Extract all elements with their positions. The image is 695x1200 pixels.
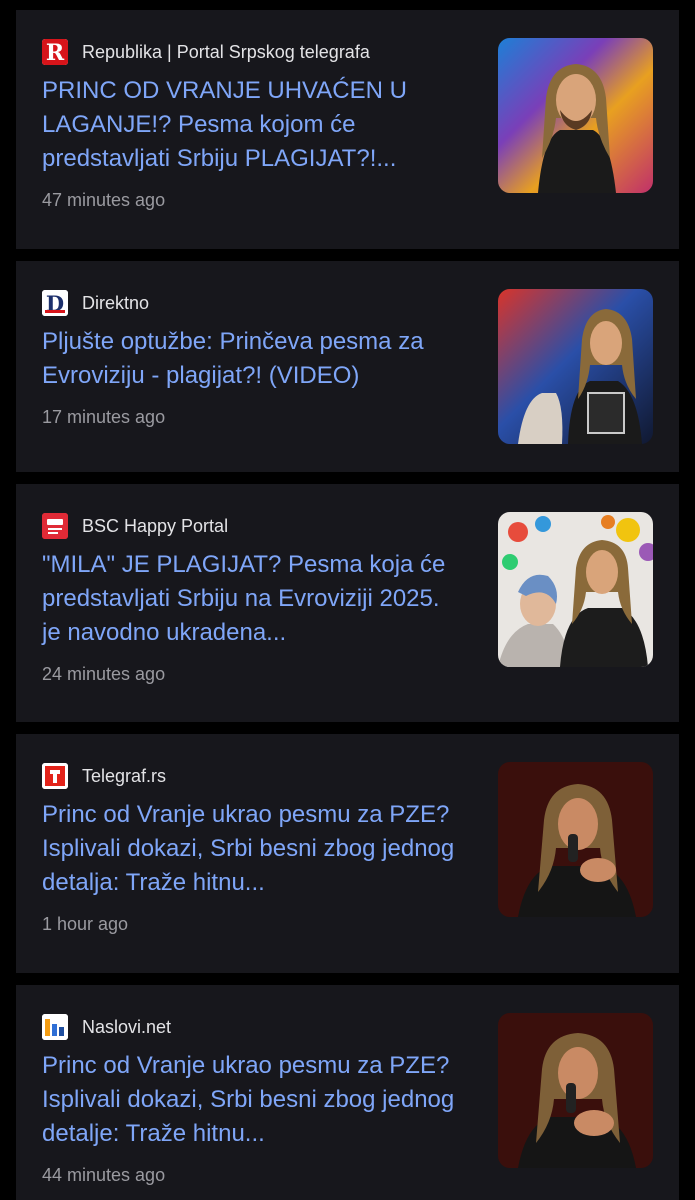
headline-link[interactable]: Pljušte optužbe: Prinčeva pesma za Evrov… xyxy=(42,325,462,393)
source-name: Direktno xyxy=(82,292,150,313)
news-card[interactable]: Telegraf.rs Princ od Vranje ukrao pesmu … xyxy=(16,734,679,973)
naslovi-logo-icon xyxy=(42,1014,68,1040)
headline-link[interactable]: PRINC OD VRANJE UHVAĆEN U LAGANJE!? Pesm… xyxy=(42,74,462,176)
article-thumbnail[interactable] xyxy=(498,1013,653,1168)
source-name: Naslovi.net xyxy=(82,1016,172,1037)
news-card[interactable]: Naslovi.net Princ od Vranje ukrao pesmu … xyxy=(16,985,679,1200)
article-thumbnail[interactable] xyxy=(498,762,653,917)
timestamp: 24 minutes ago xyxy=(42,664,166,684)
news-card[interactable]: R Republika | Portal Srpskog telegrafa P… xyxy=(16,10,679,249)
headline-link[interactable]: Princ od Vranje ukrao pesmu za PZE? Ispl… xyxy=(42,798,462,900)
source-name: BSC Happy Portal xyxy=(82,515,229,536)
direktno-d-logo-icon: D xyxy=(42,290,68,316)
news-card[interactable]: D Direktno Pljušte optužbe: Prinčeva pes… xyxy=(16,261,679,472)
telegraf-logo-icon xyxy=(42,763,68,789)
news-card[interactable]: BSC Happy Portal "MILA" JE PLAGIJAT? Pes… xyxy=(16,484,679,722)
republika-r-logo-icon: R xyxy=(42,39,68,65)
source-name: Republika | Portal Srpskog telegrafa xyxy=(82,41,370,62)
svg-text:R: R xyxy=(46,40,65,65)
timestamp: 1 hour ago xyxy=(42,914,129,934)
article-thumbnail[interactable] xyxy=(498,289,653,444)
article-thumbnail[interactable] xyxy=(498,512,653,667)
news-feed: R Republika | Portal Srpskog telegrafa P… xyxy=(0,0,695,1200)
source-name: Telegraf.rs xyxy=(82,765,167,786)
headline-link[interactable]: Princ od Vranje ukrao pesmu za PZE? Ispl… xyxy=(42,1049,462,1151)
article-thumbnail[interactable] xyxy=(498,38,653,193)
bsc-happy-logo-icon xyxy=(42,513,68,539)
timestamp: 47 minutes ago xyxy=(42,190,166,210)
timestamp: 44 minutes ago xyxy=(42,1165,166,1185)
headline-link[interactable]: "MILA" JE PLAGIJAT? Pesma koja će predst… xyxy=(42,548,462,650)
